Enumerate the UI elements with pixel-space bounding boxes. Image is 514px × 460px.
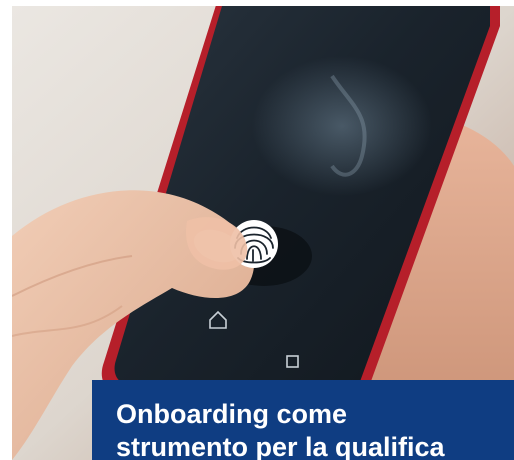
article-card[interactable]: Onboarding come strumento per la qualifi… bbox=[0, 0, 514, 460]
article-title-line-1[interactable]: Onboarding come bbox=[116, 398, 514, 431]
article-title-banner[interactable]: Onboarding come strumento per la qualifi… bbox=[92, 380, 514, 460]
article-title-line-2[interactable]: strumento per la qualifica bbox=[116, 431, 514, 460]
